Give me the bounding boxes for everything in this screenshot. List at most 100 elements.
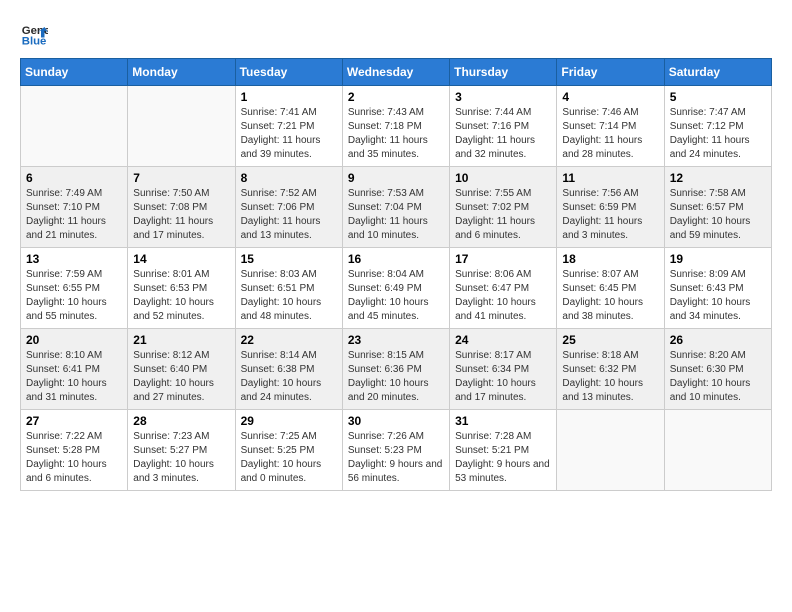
cell-details: Sunrise: 8:10 AMSunset: 6:41 PMDaylight:… — [26, 349, 122, 405]
cell-details: Sunrise: 8:06 AMSunset: 6:47 PMDaylight:… — [455, 268, 551, 324]
calendar-cell: 10 Sunrise: 7:55 AMSunset: 7:02 PMDayligh… — [450, 167, 557, 248]
calendar-cell: 16 Sunrise: 8:04 AMSunset: 6:49 PMDayligh… — [342, 248, 449, 329]
calendar-table: SundayMondayTuesdayWednesdayThursdayFrid… — [20, 58, 772, 491]
calendar-cell: 29Sunrise: 7:25 AMSunset: 5:25 PMDayligh… — [235, 410, 342, 491]
day-number: 2 — [348, 90, 444, 104]
weekday-header-thursday: Thursday — [450, 59, 557, 86]
cell-details: Sunrise: 8:20 AMSunset: 6:30 PMDaylight:… — [670, 349, 766, 405]
week-row-4: 20Sunrise: 8:10 AMSunset: 6:41 PMDayligh… — [21, 329, 772, 410]
cell-details: Sunrise: 8:07 AMSunset: 6:45 PMDaylight:… — [562, 268, 658, 324]
day-number: 24 — [455, 333, 551, 347]
cell-details: Sunrise: 7:28 AMSunset: 5:21 PMDaylight:… — [455, 430, 551, 486]
cell-details: Sunrise: 7:49 AMSunset: 7:10 PMDaylight:… — [26, 187, 122, 243]
calendar-cell: 20Sunrise: 8:10 AMSunset: 6:41 PMDayligh… — [21, 329, 128, 410]
day-number: 19 — [670, 252, 766, 266]
day-number: 30 — [348, 414, 444, 428]
calendar-cell: 9Sunrise: 7:53 AMSunset: 7:04 PMDaylight… — [342, 167, 449, 248]
day-number: 18 — [562, 252, 658, 266]
cell-details: Sunrise: 7:47 AMSunset: 7:12 PMDaylight:… — [670, 106, 766, 162]
day-number: 11 — [562, 171, 658, 185]
day-number: 6 — [26, 171, 122, 185]
calendar-cell: 7Sunrise: 7:50 AMSunset: 7:08 PMDaylight… — [128, 167, 235, 248]
calendar-cell: 13Sunrise: 7:59 AMSunset: 6:55 PMDayligh… — [21, 248, 128, 329]
calendar-cell: 12 Sunrise: 7:58 AMSunset: 6:57 PMDayligh… — [664, 167, 771, 248]
cell-details: Sunrise: 7:26 AMSunset: 5:23 PMDaylight:… — [348, 430, 444, 486]
day-number: 16 — [348, 252, 444, 266]
week-row-3: 13Sunrise: 7:59 AMSunset: 6:55 PMDayligh… — [21, 248, 772, 329]
day-number: 26 — [670, 333, 766, 347]
day-number: 28 — [133, 414, 229, 428]
cell-details: Sunrise: 7:46 AMSunset: 7:14 PMDaylight:… — [562, 106, 658, 162]
day-number: 15 — [241, 252, 337, 266]
calendar-cell: 21 Sunrise: 8:12 AMSunset: 6:40 PMDayligh… — [128, 329, 235, 410]
cell-details: Sunrise: 7:25 AMSunset: 5:25 PMDaylight:… — [241, 430, 337, 486]
cell-details: Sunrise: 8:01 AMSunset: 6:53 PMDaylight:… — [133, 268, 229, 324]
calendar-cell: 24 Sunrise: 8:17 AMSunset: 6:34 PMDayligh… — [450, 329, 557, 410]
day-number: 10 — [455, 171, 551, 185]
cell-details: Sunrise: 8:14 AMSunset: 6:38 PMDaylight:… — [241, 349, 337, 405]
cell-details: Sunrise: 7:22 AMSunset: 5:28 PMDaylight:… — [26, 430, 122, 486]
calendar-cell: 25 Sunrise: 8:18 AMSunset: 6:32 PMDayligh… — [557, 329, 664, 410]
cell-details: Sunrise: 7:59 AMSunset: 6:55 PMDaylight:… — [26, 268, 122, 324]
calendar-cell: 23 Sunrise: 8:15 AMSunset: 6:36 PMDayligh… — [342, 329, 449, 410]
cell-details: Sunrise: 8:03 AMSunset: 6:51 PMDaylight:… — [241, 268, 337, 324]
day-number: 22 — [241, 333, 337, 347]
calendar-cell: 26 Sunrise: 8:20 AMSunset: 6:30 PMDayligh… — [664, 329, 771, 410]
day-number: 1 — [241, 90, 337, 104]
calendar-body: 1 Sunrise: 7:41 AMSunset: 7:21 PMDaylight… — [21, 86, 772, 491]
day-number: 4 — [562, 90, 658, 104]
calendar-cell: 15 Sunrise: 8:03 AMSunset: 6:51 PMDayligh… — [235, 248, 342, 329]
cell-details: Sunrise: 7:44 AMSunset: 7:16 PMDaylight:… — [455, 106, 551, 162]
calendar-cell: 14 Sunrise: 8:01 AMSunset: 6:53 PMDayligh… — [128, 248, 235, 329]
cell-details: Sunrise: 8:12 AMSunset: 6:40 PMDaylight:… — [133, 349, 229, 405]
cell-details: Sunrise: 7:52 AMSunset: 7:06 PMDaylight:… — [241, 187, 337, 243]
cell-details: Sunrise: 7:58 AMSunset: 6:57 PMDaylight:… — [670, 187, 766, 243]
day-number: 12 — [670, 171, 766, 185]
day-number: 5 — [670, 90, 766, 104]
week-row-5: 27 Sunrise: 7:22 AMSunset: 5:28 PMDayligh… — [21, 410, 772, 491]
cell-details: Sunrise: 7:23 AMSunset: 5:27 PMDaylight:… — [133, 430, 229, 486]
weekday-header-sunday: Sunday — [21, 59, 128, 86]
cell-details: Sunrise: 7:50 AMSunset: 7:08 PMDaylight:… — [133, 187, 229, 243]
day-number: 31 — [455, 414, 551, 428]
calendar-cell: 22 Sunrise: 8:14 AMSunset: 6:38 PMDayligh… — [235, 329, 342, 410]
cell-details: Sunrise: 8:18 AMSunset: 6:32 PMDaylight:… — [562, 349, 658, 405]
calendar-cell: 30 Sunrise: 7:26 AMSunset: 5:23 PMDayligh… — [342, 410, 449, 491]
calendar-cell: 31 Sunrise: 7:28 AMSunset: 5:21 PMDayligh… — [450, 410, 557, 491]
weekday-header-row: SundayMondayTuesdayWednesdayThursdayFrid… — [21, 59, 772, 86]
weekday-header-friday: Friday — [557, 59, 664, 86]
cell-details: Sunrise: 8:15 AMSunset: 6:36 PMDaylight:… — [348, 349, 444, 405]
day-number: 14 — [133, 252, 229, 266]
calendar-cell: 27 Sunrise: 7:22 AMSunset: 5:28 PMDayligh… — [21, 410, 128, 491]
calendar-cell — [21, 86, 128, 167]
day-number: 25 — [562, 333, 658, 347]
calendar-cell — [128, 86, 235, 167]
calendar-cell: 5 Sunrise: 7:47 AMSunset: 7:12 PMDaylight… — [664, 86, 771, 167]
calendar-cell — [664, 410, 771, 491]
weekday-header-tuesday: Tuesday — [235, 59, 342, 86]
calendar-cell: 1 Sunrise: 7:41 AMSunset: 7:21 PMDaylight… — [235, 86, 342, 167]
cell-details: Sunrise: 8:17 AMSunset: 6:34 PMDaylight:… — [455, 349, 551, 405]
day-number: 17 — [455, 252, 551, 266]
cell-details: Sunrise: 7:43 AMSunset: 7:18 PMDaylight:… — [348, 106, 444, 162]
calendar-cell: 4 Sunrise: 7:46 AMSunset: 7:14 PMDaylight… — [557, 86, 664, 167]
weekday-header-saturday: Saturday — [664, 59, 771, 86]
cell-details: Sunrise: 8:04 AMSunset: 6:49 PMDaylight:… — [348, 268, 444, 324]
logo: General Blue — [20, 20, 52, 48]
cell-details: Sunrise: 7:55 AMSunset: 7:02 PMDaylight:… — [455, 187, 551, 243]
cell-details: Sunrise: 7:41 AMSunset: 7:21 PMDaylight:… — [241, 106, 337, 162]
calendar-cell: 2 Sunrise: 7:43 AMSunset: 7:18 PMDaylight… — [342, 86, 449, 167]
calendar-cell — [557, 410, 664, 491]
day-number: 23 — [348, 333, 444, 347]
week-row-2: 6 Sunrise: 7:49 AMSunset: 7:10 PMDaylight… — [21, 167, 772, 248]
calendar-cell: 18 Sunrise: 8:07 AMSunset: 6:45 PMDayligh… — [557, 248, 664, 329]
calendar-cell: 8Sunrise: 7:52 AMSunset: 7:06 PMDaylight… — [235, 167, 342, 248]
calendar-header: SundayMondayTuesdayWednesdayThursdayFrid… — [21, 59, 772, 86]
day-number: 21 — [133, 333, 229, 347]
weekday-header-wednesday: Wednesday — [342, 59, 449, 86]
week-row-1: 1 Sunrise: 7:41 AMSunset: 7:21 PMDaylight… — [21, 86, 772, 167]
page-header: General Blue — [20, 20, 772, 48]
calendar-cell: 11Sunrise: 7:56 AMSunset: 6:59 PMDayligh… — [557, 167, 664, 248]
day-number: 27 — [26, 414, 122, 428]
calendar-cell: 19Sunrise: 8:09 AMSunset: 6:43 PMDayligh… — [664, 248, 771, 329]
